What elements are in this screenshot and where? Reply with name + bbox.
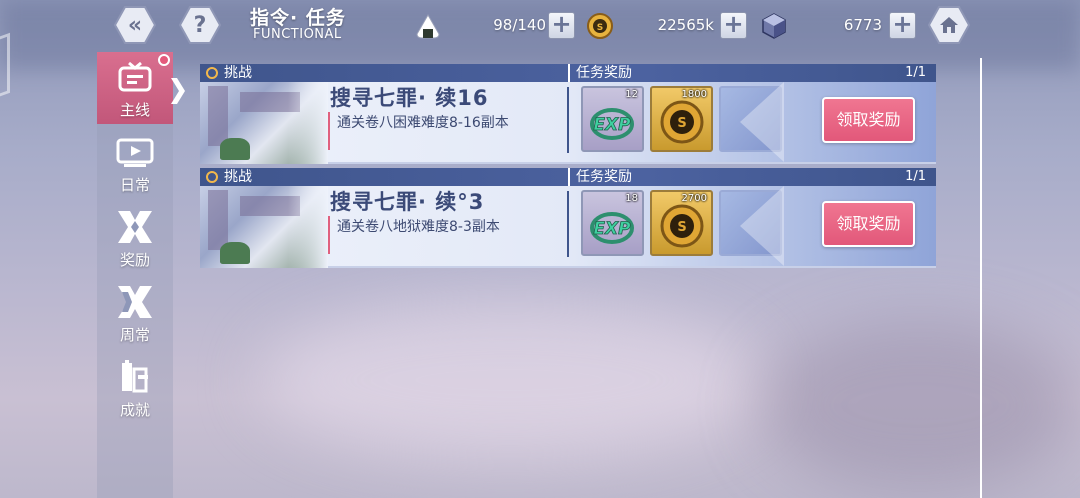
weekly-icon: [115, 283, 155, 321]
reward-qty: 18: [625, 193, 638, 204]
reward-icon: [115, 208, 155, 246]
reward-qty: 2700: [681, 193, 707, 204]
active-tab-arrow-icon: [171, 78, 185, 104]
notification-badge: [158, 54, 170, 66]
scroll-track[interactable]: [980, 58, 982, 498]
sidebar-item-label: 奖励: [119, 251, 150, 269]
sidebar-item-label: 日常: [119, 176, 150, 194]
help-button[interactable]: ?: [179, 5, 221, 45]
sidebar-item-mainline[interactable]: 主线: [97, 52, 173, 124]
home-icon: [940, 17, 958, 33]
decorative-chevron: [740, 186, 784, 266]
task-description: 通关卷八困难难度8-16副本: [328, 112, 509, 150]
task-tag: 挑战: [224, 65, 252, 81]
svg-text:S: S: [597, 23, 603, 33]
reward-header: 任务奖励: [568, 64, 632, 82]
reward-qty: 12: [625, 89, 638, 100]
card-divider: [567, 87, 569, 153]
sidebar-item-weekly[interactable]: 周常: [97, 277, 173, 349]
sidebar-item-label: 周常: [119, 326, 150, 344]
exp-reward-item[interactable]: EXP 12: [581, 86, 644, 152]
add-crystal-button[interactable]: +: [889, 12, 916, 39]
coin-reward-item[interactable]: S 2700: [650, 190, 713, 256]
task-description: 通关卷八地狱难度8-3副本: [328, 216, 500, 254]
bg-shadow: [760, 320, 1080, 490]
svg-text:S: S: [677, 220, 686, 235]
card-divider: [567, 191, 569, 257]
challenge-tag-icon: [206, 67, 218, 79]
coin-reward-item[interactable]: S 1800: [650, 86, 713, 152]
page-title: 指令· 任务: [250, 7, 346, 29]
task-thumbnail: [200, 82, 328, 164]
task-thumbnail: [200, 186, 328, 268]
sidebar-item-reward[interactable]: 奖励: [97, 202, 173, 274]
gold-value: 22565k: [657, 16, 714, 34]
task-card: 挑战 任务奖励 1/1 搜寻七罪· 续16 通关卷八困难难度8-16副本 EXP…: [200, 64, 936, 164]
bg-glow: [260, 300, 760, 460]
reward-qty: 1800: [681, 89, 707, 100]
sidebar-item-label: 主线: [119, 101, 150, 119]
svg-text:EXP: EXP: [593, 115, 631, 135]
sidebar: 主线 日常 奖励 周常 成就: [97, 52, 173, 498]
task-card-body: 搜寻七罪· 续°3 通关卷八地狱难度8-3副本 EXP 18 S 2700 领取…: [200, 186, 936, 268]
stamina-value: 98/140: [493, 16, 546, 34]
sidebar-item-achievement[interactable]: 成就: [97, 352, 173, 424]
mainline-icon: [115, 58, 155, 96]
crystal-counter: 6773 +: [760, 12, 918, 39]
challenge-tag-icon: [206, 171, 218, 183]
achievement-icon: [115, 358, 155, 396]
stamina-counter: 98/140 +: [414, 12, 576, 39]
task-name: 搜寻七罪· 续16: [330, 86, 489, 110]
rice-ball-icon: [416, 14, 440, 39]
task-tag: 挑战: [224, 169, 252, 185]
svg-text:EXP: EXP: [593, 219, 631, 239]
page-subtitle: FUNCTIONAL: [253, 27, 342, 42]
svg-text:S: S: [677, 116, 686, 131]
task-card-header: 挑战 任务奖励 1/1: [200, 64, 936, 82]
task-progress: 1/1: [905, 169, 926, 184]
chevron-left-icon: «: [127, 12, 143, 38]
task-card-body: 搜寻七罪· 续16 通关卷八困难难度8-16副本 EXP 12 S 1800 领…: [200, 82, 936, 164]
home-button[interactable]: [928, 5, 970, 45]
gold-counter: S 22565k +: [586, 12, 748, 39]
back-button[interactable]: «: [114, 5, 156, 45]
task-progress: 1/1: [905, 65, 926, 80]
crystal-icon: [762, 13, 786, 39]
task-name: 搜寻七罪· 续°3: [330, 190, 485, 214]
task-card-header: 挑战 任务奖励 1/1: [200, 168, 936, 186]
coin-icon: S: [587, 13, 613, 39]
exp-reward-item[interactable]: EXP 18: [581, 190, 644, 256]
claim-reward-button[interactable]: 领取奖励: [822, 97, 915, 143]
top-bar: « ? 指令· 任务 FUNCTIONAL 98/140 + S 22565k …: [0, 0, 1080, 52]
question-mark-icon: ?: [193, 12, 207, 38]
crystal-value: 6773: [843, 16, 882, 34]
reward-header: 任务奖励: [568, 168, 632, 186]
task-card: 挑战 任务奖励 1/1 搜寻七罪· 续°3 通关卷八地狱难度8-3副本 EXP …: [200, 168, 936, 268]
add-stamina-button[interactable]: +: [548, 12, 575, 39]
sidebar-item-daily[interactable]: 日常: [97, 127, 173, 199]
claim-reward-button[interactable]: 领取奖励: [822, 201, 915, 247]
add-gold-button[interactable]: +: [720, 12, 747, 39]
sidebar-item-label: 成就: [119, 401, 150, 419]
daily-icon: [115, 133, 155, 171]
decorative-chevron: [740, 82, 784, 162]
